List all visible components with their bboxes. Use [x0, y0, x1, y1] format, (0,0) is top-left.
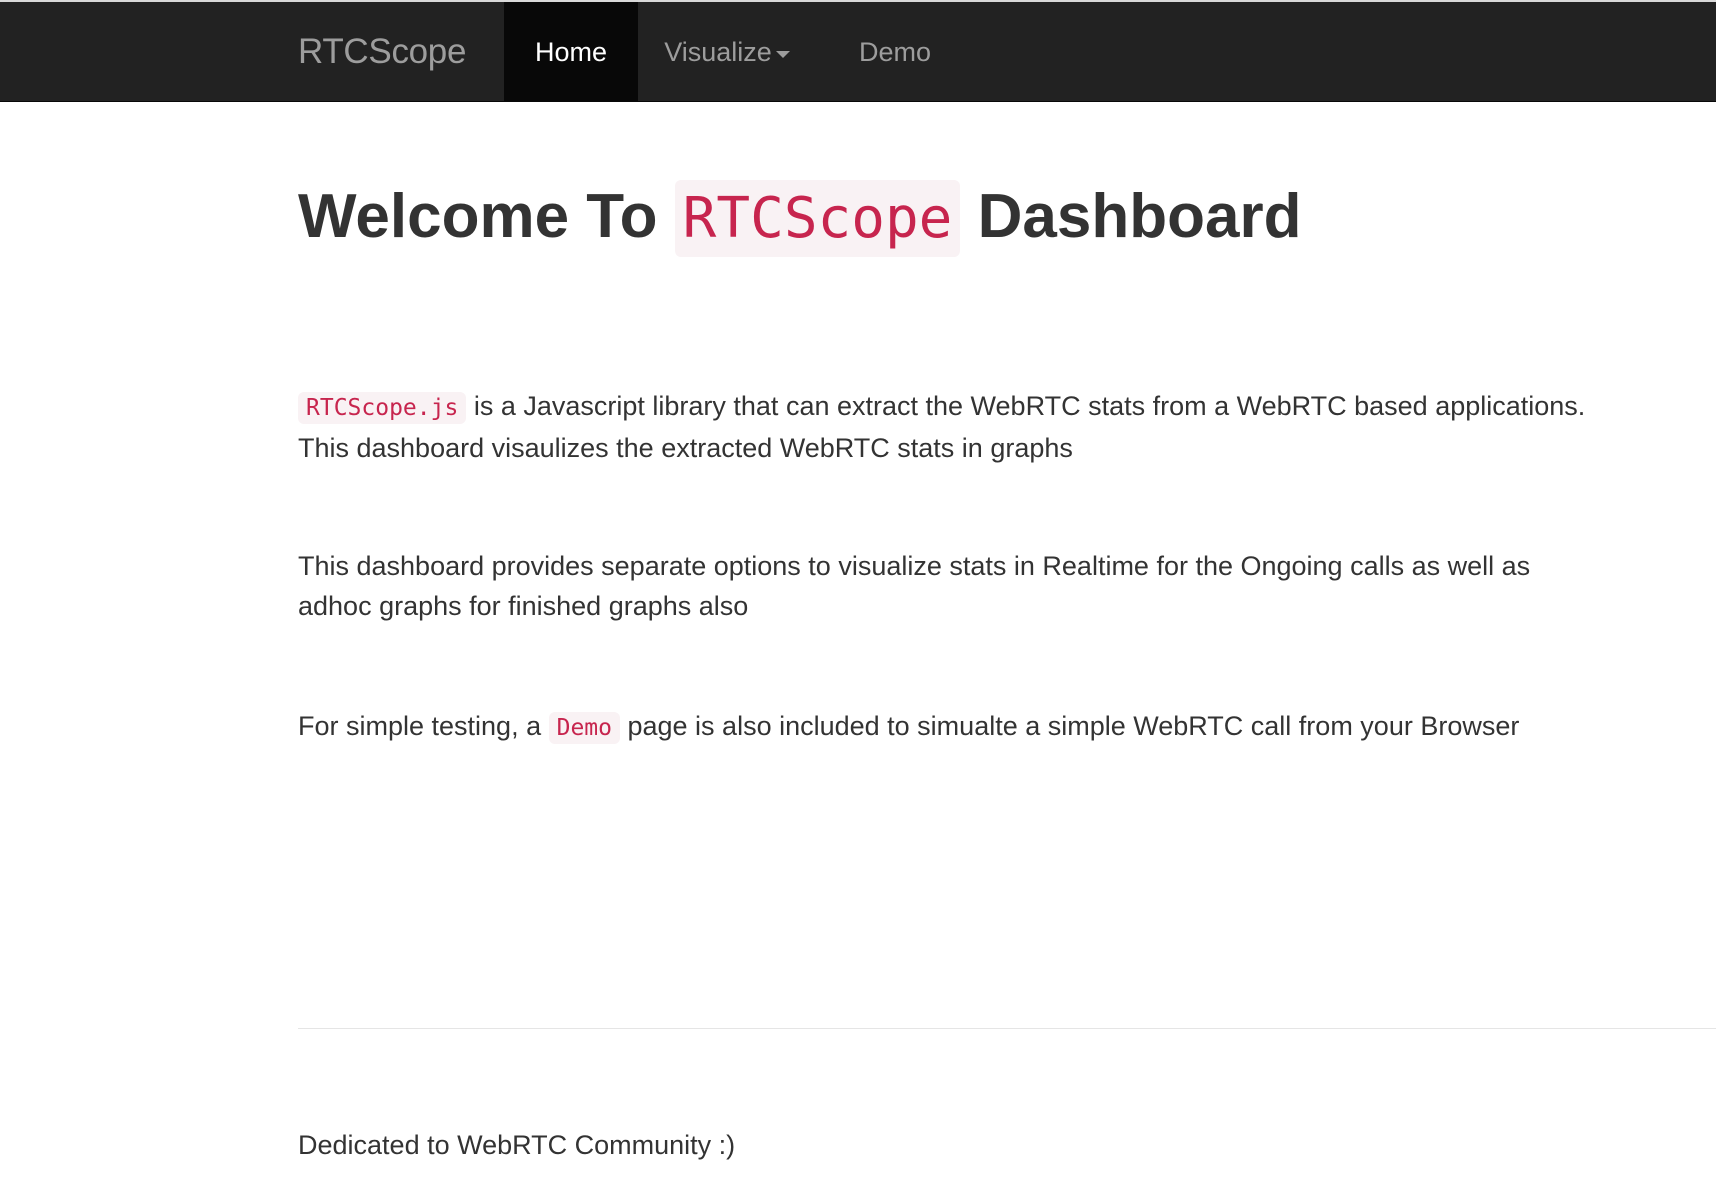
nav-item-demo-label: Demo [858, 36, 932, 67]
demo-paragraph-after: page is also included to simualte a simp… [619, 711, 1520, 741]
demo-code-label: Demo [548, 712, 620, 744]
title-code: RTCScope [674, 180, 961, 257]
title-prefix: Welcome To [298, 182, 658, 251]
nav-item-home[interactable]: Home [504, 2, 638, 102]
footer-text: Dedicated to WebRTC Community :) [298, 1130, 736, 1160]
caret-down-icon [775, 50, 790, 58]
intro-paragraph-text: is a Javascript library that can extract… [298, 391, 1586, 463]
nav-item-demo[interactable]: Demo [828, 2, 962, 102]
section-divider [298, 1028, 1716, 1029]
options-paragraph: This dashboard provides separate options… [298, 546, 1588, 626]
top-navbar: RTCScope Home Visualize Demo [0, 0, 1716, 102]
intro-paragraph: RTCScope.js is a Javascript library that… [298, 386, 1588, 468]
nav-item-home-label: Home [534, 36, 608, 67]
options-paragraph-text: This dashboard provides separate options… [298, 551, 1531, 621]
library-code-label: RTCScope.js [298, 392, 467, 424]
nav-item-visualize-dropdown[interactable]: Visualize [638, 2, 816, 102]
nav-item-visualize-label: Visualize [664, 36, 772, 67]
page-title: Welcome To RTCScope Dashboard [298, 180, 1302, 257]
title-suffix: Dashboard [977, 182, 1302, 251]
brand-link[interactable]: RTCScope [298, 32, 466, 72]
demo-paragraph: For simple testing, a Demo page is also … [298, 706, 1588, 748]
demo-paragraph-before: For simple testing, a [298, 711, 549, 741]
